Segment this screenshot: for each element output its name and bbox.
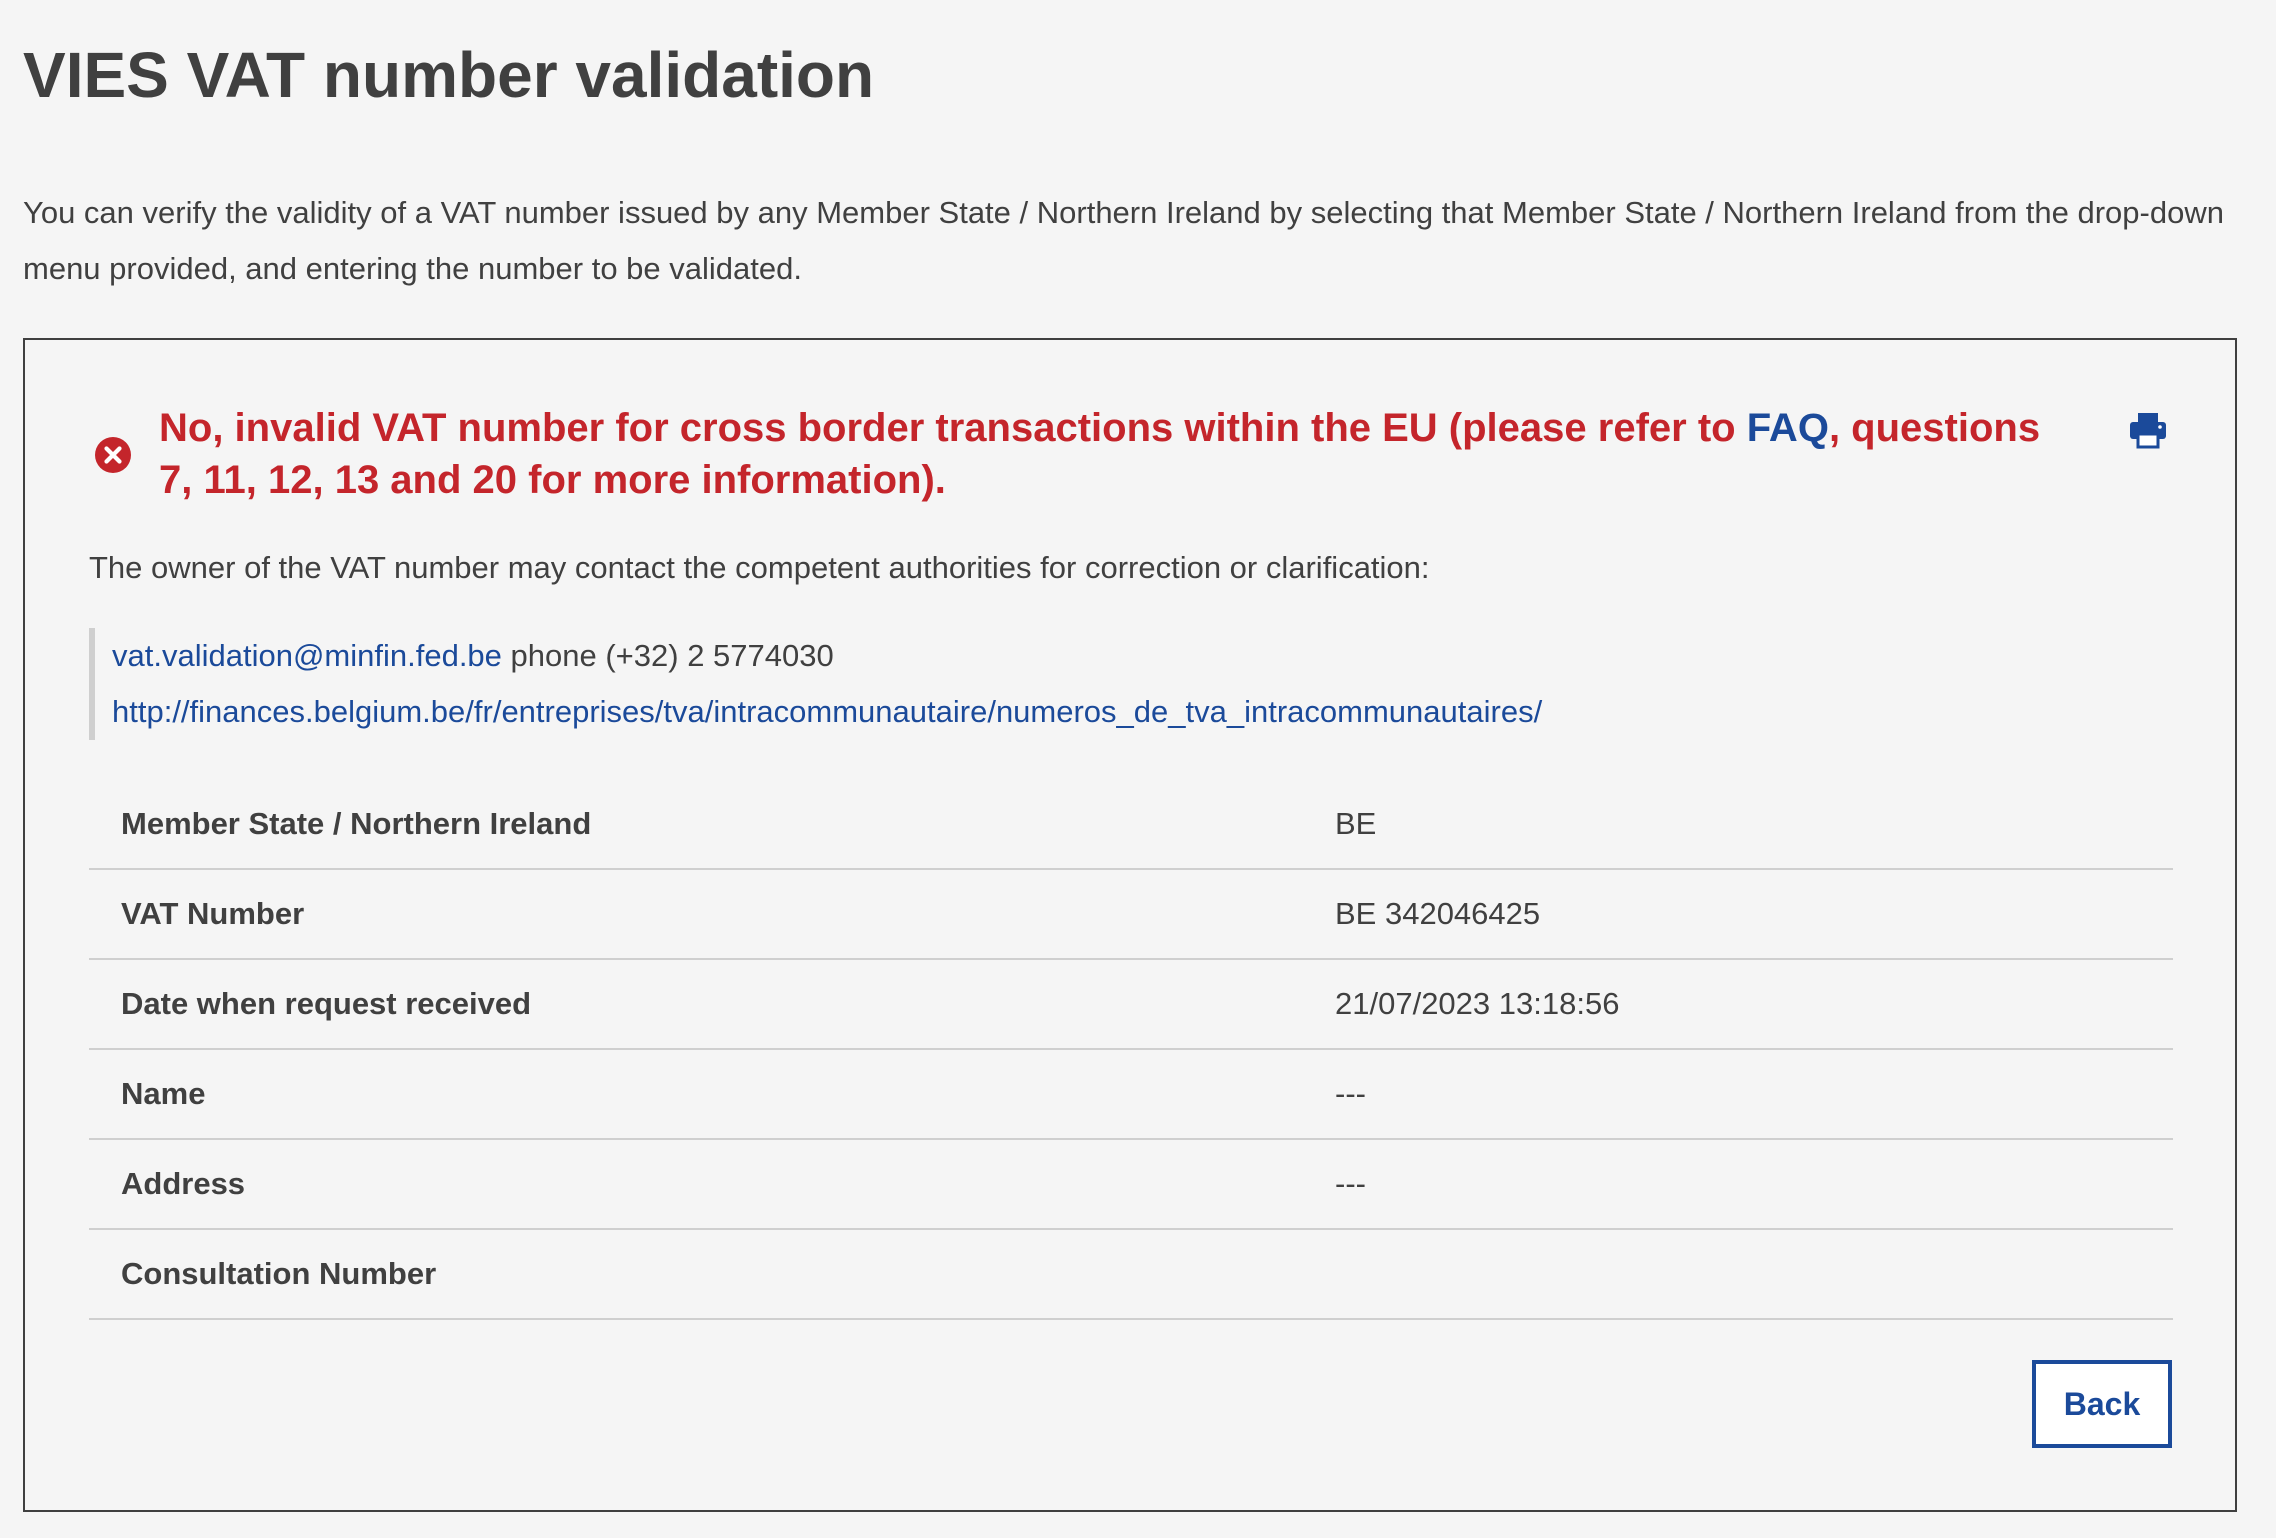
- table-row-vat-number: VAT Number BE 342046425: [89, 869, 2173, 960]
- table-row-address: Address ---: [89, 1139, 2173, 1230]
- contact-website-link[interactable]: http://finances.belgium.be/fr/entreprise…: [112, 694, 1542, 729]
- validation-result-message: No, invalid VAT number for cross border …: [159, 402, 2059, 506]
- row-value: 21/07/2023 13:18:56: [1335, 959, 2173, 1050]
- row-value: ---: [1335, 1049, 2173, 1140]
- close-circle-icon: [95, 437, 131, 473]
- contact-email-line: vat.validation@minfin.fed.be phone (+32)…: [112, 628, 1542, 684]
- row-label: Member State / Northern Ireland: [89, 780, 1335, 870]
- row-label: Consultation Number: [89, 1229, 1335, 1320]
- row-label: Name: [89, 1049, 1335, 1140]
- contact-details: vat.validation@minfin.fed.be phone (+32)…: [89, 628, 1542, 740]
- contact-phone: phone (+32) 2 5774030: [510, 638, 834, 673]
- contact-intro: The owner of the VAT number may contact …: [89, 550, 1430, 585]
- row-value: ---: [1335, 1139, 2173, 1230]
- row-label: VAT Number: [89, 869, 1335, 960]
- table-row-request-date: Date when request received 21/07/2023 13…: [89, 959, 2173, 1050]
- validation-details-table: Member State / Northern Ireland BE VAT N…: [89, 780, 2173, 1320]
- row-value: [1335, 1229, 2173, 1320]
- page-title: VIES VAT number validation: [23, 39, 875, 111]
- contact-website-line: http://finances.belgium.be/fr/entreprise…: [112, 684, 1542, 740]
- table-row-consultation-number: Consultation Number: [89, 1229, 2173, 1320]
- contact-email-link[interactable]: vat.validation@minfin.fed.be: [112, 638, 502, 673]
- row-value: BE: [1335, 780, 2173, 870]
- row-value: BE 342046425: [1335, 869, 2173, 960]
- intro-text: You can verify the validity of a VAT num…: [23, 195, 2224, 286]
- result-message-prefix: No, invalid VAT number for cross border …: [159, 406, 1747, 450]
- faq-link[interactable]: FAQ: [1747, 406, 1829, 450]
- table-row-member-state: Member State / Northern Ireland BE: [89, 780, 2173, 870]
- print-icon[interactable]: [2128, 410, 2168, 450]
- row-label: Date when request received: [89, 959, 1335, 1050]
- table-row-name: Name ---: [89, 1049, 2173, 1140]
- back-button[interactable]: Back: [2032, 1360, 2172, 1448]
- row-label: Address: [89, 1139, 1335, 1230]
- vies-page: VIES VAT number validation You can verif…: [0, 0, 2276, 1538]
